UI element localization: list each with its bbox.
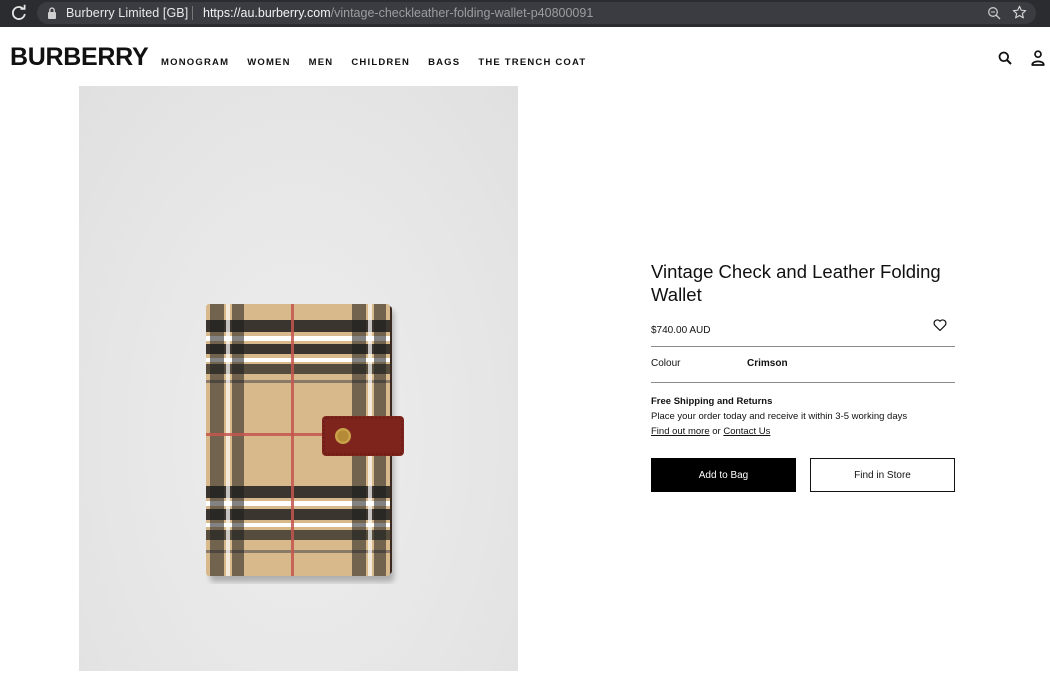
zoom-icon[interactable] (987, 6, 1001, 20)
product-price: $740.00 AUD (651, 325, 711, 336)
nav-item-children[interactable]: CHILDREN (351, 57, 410, 68)
add-to-bag-button[interactable]: Add to Bag (651, 458, 796, 492)
address-bar[interactable]: Burberry Limited [GB] https://au.burberr… (37, 2, 1036, 24)
price-row: $740.00 AUD (651, 318, 955, 338)
product-title: Vintage Check and Leather Folding Wallet (651, 261, 941, 305)
shipping-text: Place your order today and receive it wi… (651, 411, 908, 422)
url-text[interactable]: https://au.burberry.com/vintage-checklea… (203, 6, 593, 20)
colour-label: Colour (651, 358, 681, 369)
account-icon[interactable] (1031, 50, 1045, 66)
nav-item-trench-coat[interactable]: THE TRENCH COAT (478, 57, 586, 68)
or-text: or (712, 426, 721, 437)
bookmark-star-icon[interactable] (1012, 5, 1027, 20)
url-host: au.burberry.com (240, 6, 331, 20)
divider (651, 382, 955, 383)
find-out-more-link[interactable]: Find out more (651, 426, 710, 437)
find-in-store-button[interactable]: Find in Store (810, 458, 955, 492)
url-path: /vintage-checkleather-folding-wallet-p40… (330, 6, 594, 20)
colour-selector[interactable]: Colour Crimson (651, 347, 955, 382)
nav-item-men[interactable]: MEN (309, 57, 334, 68)
nav-item-women[interactable]: WOMEN (247, 57, 290, 68)
colour-value[interactable]: Crimson (747, 358, 788, 369)
shipping-info: Free Shipping and Returns Place your ord… (651, 394, 955, 439)
burberry-logo[interactable]: BURBERRY (10, 43, 149, 72)
nav-item-monogram[interactable]: MONOGRAM (161, 57, 229, 68)
reload-icon[interactable] (10, 4, 28, 22)
main-navigation: MONOGRAM WOMEN MEN CHILDREN BAGS THE TRE… (161, 57, 586, 68)
search-icon[interactable] (998, 51, 1012, 65)
shipping-title: Free Shipping and Returns (651, 396, 773, 407)
address-separator (192, 6, 193, 20)
lock-icon[interactable] (47, 7, 57, 19)
product-image[interactable] (79, 86, 518, 671)
url-scheme: https:// (203, 6, 241, 20)
nav-item-bags[interactable]: BAGS (428, 57, 460, 68)
heart-icon[interactable] (933, 318, 947, 332)
site-identity[interactable]: Burberry Limited [GB] (66, 6, 188, 20)
shipping-links: Find out more or Contact Us (651, 424, 955, 439)
contact-us-link[interactable]: Contact Us (723, 426, 770, 437)
browser-toolbar: Burberry Limited [GB] https://au.burberr… (0, 0, 1050, 27)
action-buttons: Add to Bag Find in Store (651, 458, 955, 492)
wallet-image (206, 304, 404, 582)
product-details: Vintage Check and Leather Folding Wallet… (651, 260, 955, 492)
